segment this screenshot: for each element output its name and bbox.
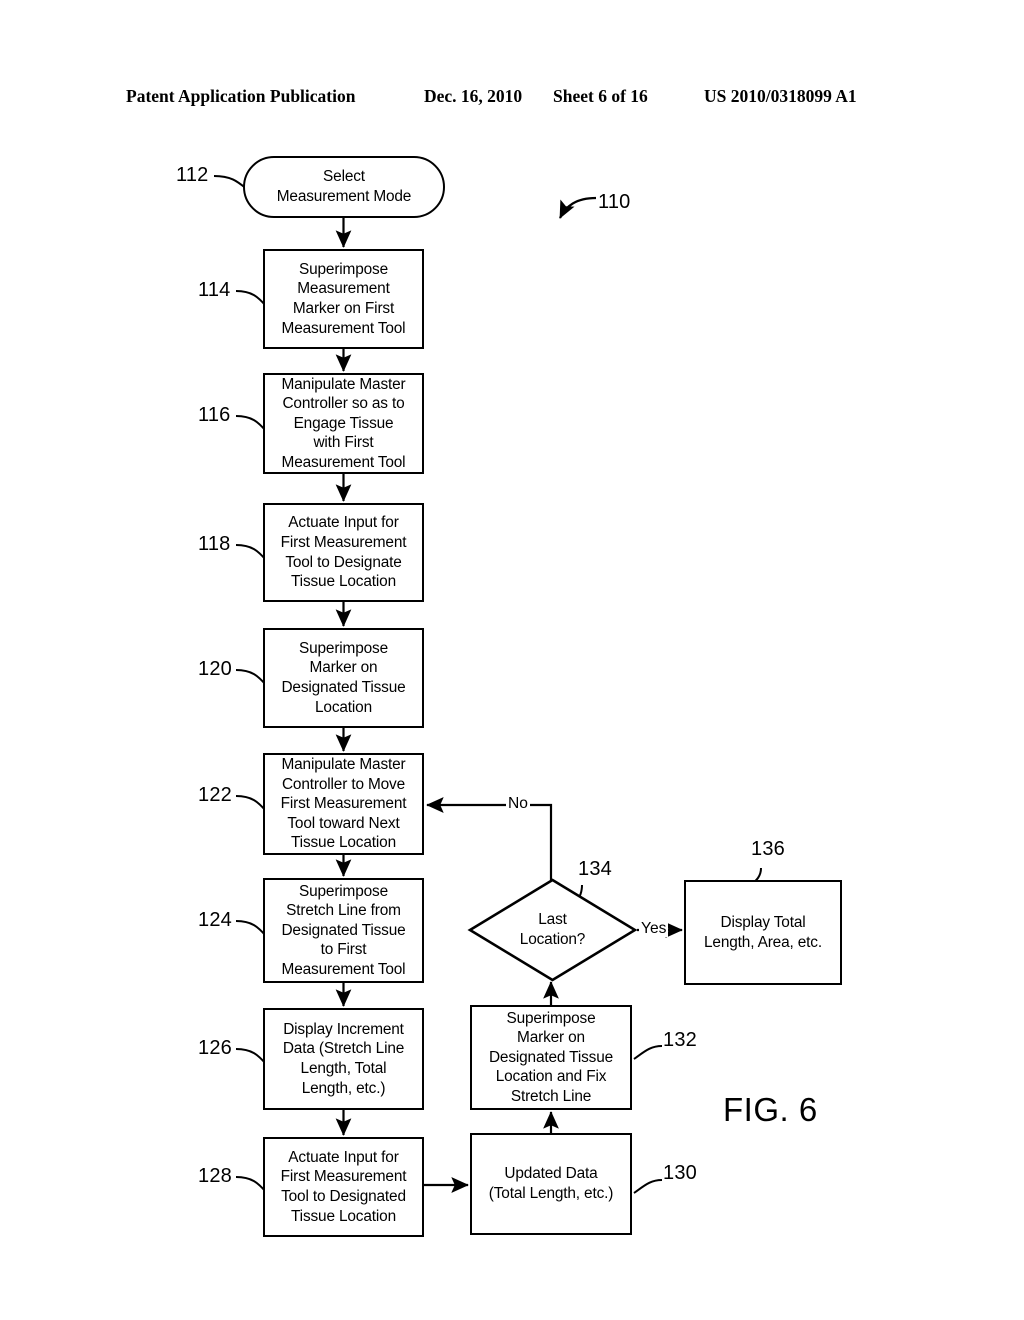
ref-numeral-122: 122 [198, 784, 232, 806]
leader-126 [235, 1048, 267, 1065]
node-128-label: Actuate Input for First Measurement Tool… [280, 1148, 407, 1225]
ref-numeral-128: 128 [198, 1165, 232, 1187]
ref-numeral-110: 110 [598, 191, 631, 213]
ref-numeral-120: 120 [198, 658, 232, 680]
leader-122 [235, 795, 267, 812]
node-122-label: Manipulate Master Controller to Move Fir… [280, 756, 407, 852]
node-118-label: Actuate Input for First Measurement Tool… [280, 514, 407, 591]
ref-numeral-118: 118 [198, 533, 231, 555]
ref-numeral-136: 136 [751, 838, 785, 860]
node-display-increment-data[interactable]: Display Increment Data (Stretch Line Len… [263, 1008, 424, 1110]
ref-numeral-116: 116 [198, 404, 231, 426]
figure-caption: FIG. 6 [723, 1091, 818, 1128]
node-superimpose-marker-designated-tissue[interactable]: Superimpose Marker on Designated Tissue … [263, 628, 424, 728]
node-manipulate-master-controller-engage[interactable]: Manipulate Master Controller so as to En… [263, 373, 424, 474]
leader-130 [633, 1179, 663, 1194]
leader-110-arrow [559, 196, 597, 219]
node-actuate-input-designated-tissue[interactable]: Actuate Input for First Measurement Tool… [263, 1137, 424, 1237]
ref-numeral-114: 114 [198, 279, 231, 301]
leader-132 [633, 1045, 663, 1060]
branch-label-yes: Yes [639, 920, 669, 937]
node-126-label: Display Increment Data (Stretch Line Len… [282, 1020, 405, 1097]
ref-numeral-132: 132 [663, 1029, 697, 1051]
diamond-shape [467, 878, 638, 982]
node-130-label: Updated Data (Total Length, etc.) [488, 1165, 614, 1202]
flowchart-connectors [213, 175, 762, 1194]
node-display-total-length-area[interactable]: Display Total Length, Area, etc. [684, 880, 842, 985]
node-manipulate-master-controller-move[interactable]: Manipulate Master Controller to Move Fir… [263, 753, 424, 855]
connector-134-no-122 [426, 797, 553, 880]
node-120-label: Superimpose Marker on Designated Tissue … [281, 639, 406, 716]
branch-label-no: No [506, 795, 530, 812]
node-superimpose-stretch-line[interactable]: Superimpose Stretch Line from Designated… [263, 878, 424, 983]
leader-114 [235, 290, 267, 307]
ref-numeral-124: 124 [198, 909, 232, 931]
node-116-label: Manipulate Master Controller so as to En… [281, 375, 406, 471]
leader-124 [235, 920, 267, 937]
ref-numeral-126: 126 [198, 1037, 232, 1059]
node-132-label: Superimpose Marker on Designated Tissue … [488, 1009, 614, 1105]
node-114-label: Superimpose Measurement Marker on First … [281, 260, 406, 337]
flowchart-figure: Select Measurement Mode Superimpose Meas… [0, 0, 1024, 1320]
node-136-label: Display Total Length, Area, etc. [704, 913, 822, 951]
leader-116 [235, 415, 267, 432]
node-superimpose-marker-fix-stretch-line[interactable]: Superimpose Marker on Designated Tissue … [470, 1005, 632, 1110]
node-select-measurement-mode[interactable]: Select Measurement Mode [243, 156, 445, 218]
leader-118 [235, 544, 267, 561]
leader-128 [235, 1176, 267, 1193]
ref-numeral-112: 112 [176, 164, 209, 186]
node-112-label: Select Measurement Mode [276, 168, 412, 205]
ref-numeral-134: 134 [578, 858, 612, 880]
node-124-label: Superimpose Stretch Line from Designated… [281, 882, 406, 978]
node-actuate-input-designate-tissue[interactable]: Actuate Input for First Measurement Tool… [263, 503, 424, 602]
node-superimpose-measurement-marker[interactable]: Superimpose Measurement Marker on First … [263, 249, 424, 349]
node-last-location-decision[interactable]: Last Location? [467, 878, 638, 982]
ref-numeral-130: 130 [663, 1162, 697, 1184]
leader-120 [235, 669, 267, 686]
node-updated-data[interactable]: Updated Data (Total Length, etc.) [470, 1133, 632, 1235]
